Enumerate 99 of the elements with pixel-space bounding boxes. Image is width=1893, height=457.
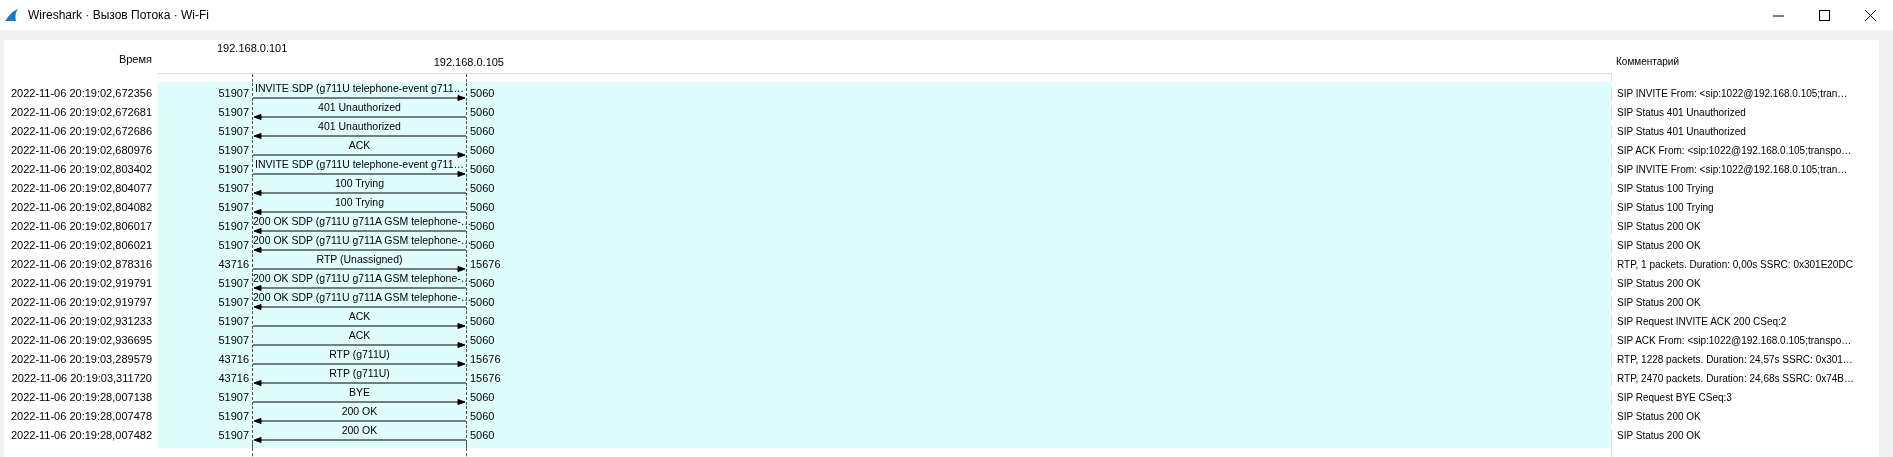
time-cell-text: 2022-11-06 20:19:02,672686: [9, 125, 153, 139]
message-label: RTP (Unassigned): [315, 254, 404, 265]
comment-text: SIP Status 100 Trying: [1617, 183, 1714, 194]
time-cell-text: 2022-11-06 20:19:02,680976: [9, 144, 153, 158]
message-label: 200 OK: [340, 425, 379, 436]
time-cell-text: 2022-11-06 20:19:02,806021: [9, 239, 153, 253]
time-cell-text: 2022-11-06 20:19:02,931233: [9, 315, 153, 329]
comment-text: SIP Status 100 Trying: [1617, 202, 1714, 213]
comment-text: SIP Status 401 Unauthorized: [1617, 126, 1746, 137]
message-label: ACK: [347, 140, 372, 151]
port-label: 5060: [469, 201, 496, 215]
port-label: 51907: [217, 163, 250, 177]
message-label: INVITE SDP (g711U telephone-event g711…: [254, 83, 465, 94]
time-cell-text: 2022-11-06 20:19:28,007478: [9, 410, 153, 424]
comment-text: SIP Status 200 OK: [1617, 278, 1701, 289]
maximize-icon: [1818, 9, 1830, 21]
time-cell-text: 2022-11-06 20:19:02,672681: [9, 106, 153, 120]
comment-text: SIP Status 200 OK: [1617, 240, 1701, 251]
port-label: 5060: [469, 163, 496, 177]
column-header: Комментарий: [1616, 55, 1679, 69]
close-icon: [1864, 9, 1876, 21]
time-cell-text: 2022-11-06 20:19:02,919797: [9, 296, 153, 310]
message-label: 100 Trying: [334, 197, 385, 208]
comment-text: SIP Status 200 OK: [1617, 430, 1701, 441]
time-cell-text: 2022-11-06 20:19:03,289579: [9, 353, 153, 367]
port-label: 15676: [469, 353, 502, 367]
port-label: 5060: [470, 220, 496, 234]
message-label: RTP (g711U): [328, 368, 391, 379]
time-cell-text: 2022-11-06 20:19:02,919791: [9, 277, 153, 291]
message-label: RTP (g711U): [328, 349, 391, 360]
port-label: 15676: [469, 258, 502, 272]
comment-text: SIP ACK From: <sip:1022@192.168.0.105;transpo…: [1617, 145, 1852, 156]
message-label: ACK: [347, 311, 372, 322]
time-cell-text: 2022-11-06 20:19:02,672356: [9, 87, 153, 101]
column-header: Время: [118, 52, 152, 68]
port-label: 5060: [470, 239, 496, 253]
port-label: 15676: [469, 372, 502, 386]
port-label: 51907: [217, 144, 250, 158]
port-label: 51907: [217, 87, 250, 101]
message-label: INVITE SDP (g711U telephone-event g711…: [254, 159, 465, 170]
port-label: 51907: [217, 296, 250, 310]
port-label: 5060: [469, 334, 496, 348]
port-label: 51907: [217, 106, 250, 120]
port-label: 51907: [217, 391, 250, 405]
comment-text: RTP, 1 packets. Duration: 0,00s SSRC: 0x301E20DC: [1617, 259, 1853, 270]
port-label: 5060: [469, 106, 496, 120]
port-label: 51907: [217, 125, 250, 139]
host-label: 192.168.0.101: [217, 41, 288, 56]
time-cell-text: 2022-11-06 20:19:28,007482: [9, 429, 153, 443]
app-icon: [4, 8, 20, 22]
port-label: 51907: [217, 429, 250, 443]
time-cell-text: 2022-11-06 20:19:28,007138: [9, 391, 153, 405]
message-label: 401 Unauthorized: [317, 121, 402, 132]
port-label: 5060: [469, 125, 496, 139]
port-label: 51907: [217, 220, 250, 234]
port-label: 51907: [217, 410, 250, 424]
port-label: 51907: [217, 182, 250, 196]
message-label: BYE: [348, 387, 371, 398]
host-label: 192.168.0.105: [433, 55, 504, 70]
message-label: 401 Unauthorized: [317, 102, 402, 113]
time-cell-text: 2022-11-06 20:19:03,311720: [10, 372, 153, 386]
comment-text: SIP Request BYE CSeq:3: [1617, 392, 1732, 403]
port-label: 5060: [469, 410, 496, 424]
port-label: 43716: [217, 372, 250, 386]
port-label: 5060: [469, 391, 496, 405]
port-label: 5060: [469, 87, 496, 101]
port-label: 5060: [470, 277, 496, 291]
message-label: 200 OK: [340, 406, 379, 417]
message-label: ACK: [347, 330, 372, 341]
port-label: 5060: [469, 144, 496, 158]
comment-text: SIP Status 200 OK: [1617, 221, 1701, 232]
message-label: 100 Trying: [334, 178, 385, 189]
comment-text: SIP INVITE From: <sip:1022@192.168.0.105;tran…: [1617, 164, 1848, 175]
window-title: Wireshark · Вызов Потока · Wi-Fi: [28, 7, 209, 24]
time-cell-text: 2022-11-06 20:19:02,804082: [9, 201, 153, 215]
comment-text: SIP ACK From: <sip:1022@192.168.0.105;transpo…: [1617, 335, 1852, 346]
port-label: 5060: [469, 315, 496, 329]
time-cell-text: 2022-11-06 20:19:02,804077: [9, 182, 153, 196]
time-cell-text: 2022-11-06 20:19:02,803402: [9, 163, 153, 177]
comment-text: SIP Status 200 OK: [1617, 411, 1701, 422]
port-label: 51907: [217, 277, 250, 291]
port-label: 5060: [470, 296, 496, 310]
port-label: 5060: [469, 429, 496, 443]
comment-text: SIP INVITE From: <sip:1022@192.168.0.105;tran…: [1617, 88, 1848, 99]
comment-text: RTP, 2470 packets. Duration: 24,68s SSRC: 0x74B…: [1617, 373, 1854, 384]
port-label: 51907: [217, 334, 250, 348]
time-cell-text: 2022-11-06 20:19:02,936695: [9, 334, 153, 348]
port-label: 43716: [217, 353, 250, 367]
time-cell-text: 2022-11-06 20:19:02,806017: [9, 220, 153, 234]
port-label: 51907: [217, 239, 250, 253]
comment-text: SIP Status 200 OK: [1617, 297, 1701, 308]
port-label: 43716: [217, 258, 250, 272]
port-label: 51907: [217, 201, 250, 215]
port-label: 5060: [469, 182, 496, 196]
time-cell-text: 2022-11-06 20:19:02,878316: [9, 258, 153, 272]
comment-text: SIP Request INVITE ACK 200 CSeq:2: [1617, 316, 1787, 327]
comment-text: SIP Status 401 Unauthorized: [1617, 107, 1746, 118]
port-label: 51907: [217, 315, 250, 329]
comment-text: RTP, 1228 packets. Duration: 24,57s SSRC: 0x301…: [1617, 354, 1853, 365]
